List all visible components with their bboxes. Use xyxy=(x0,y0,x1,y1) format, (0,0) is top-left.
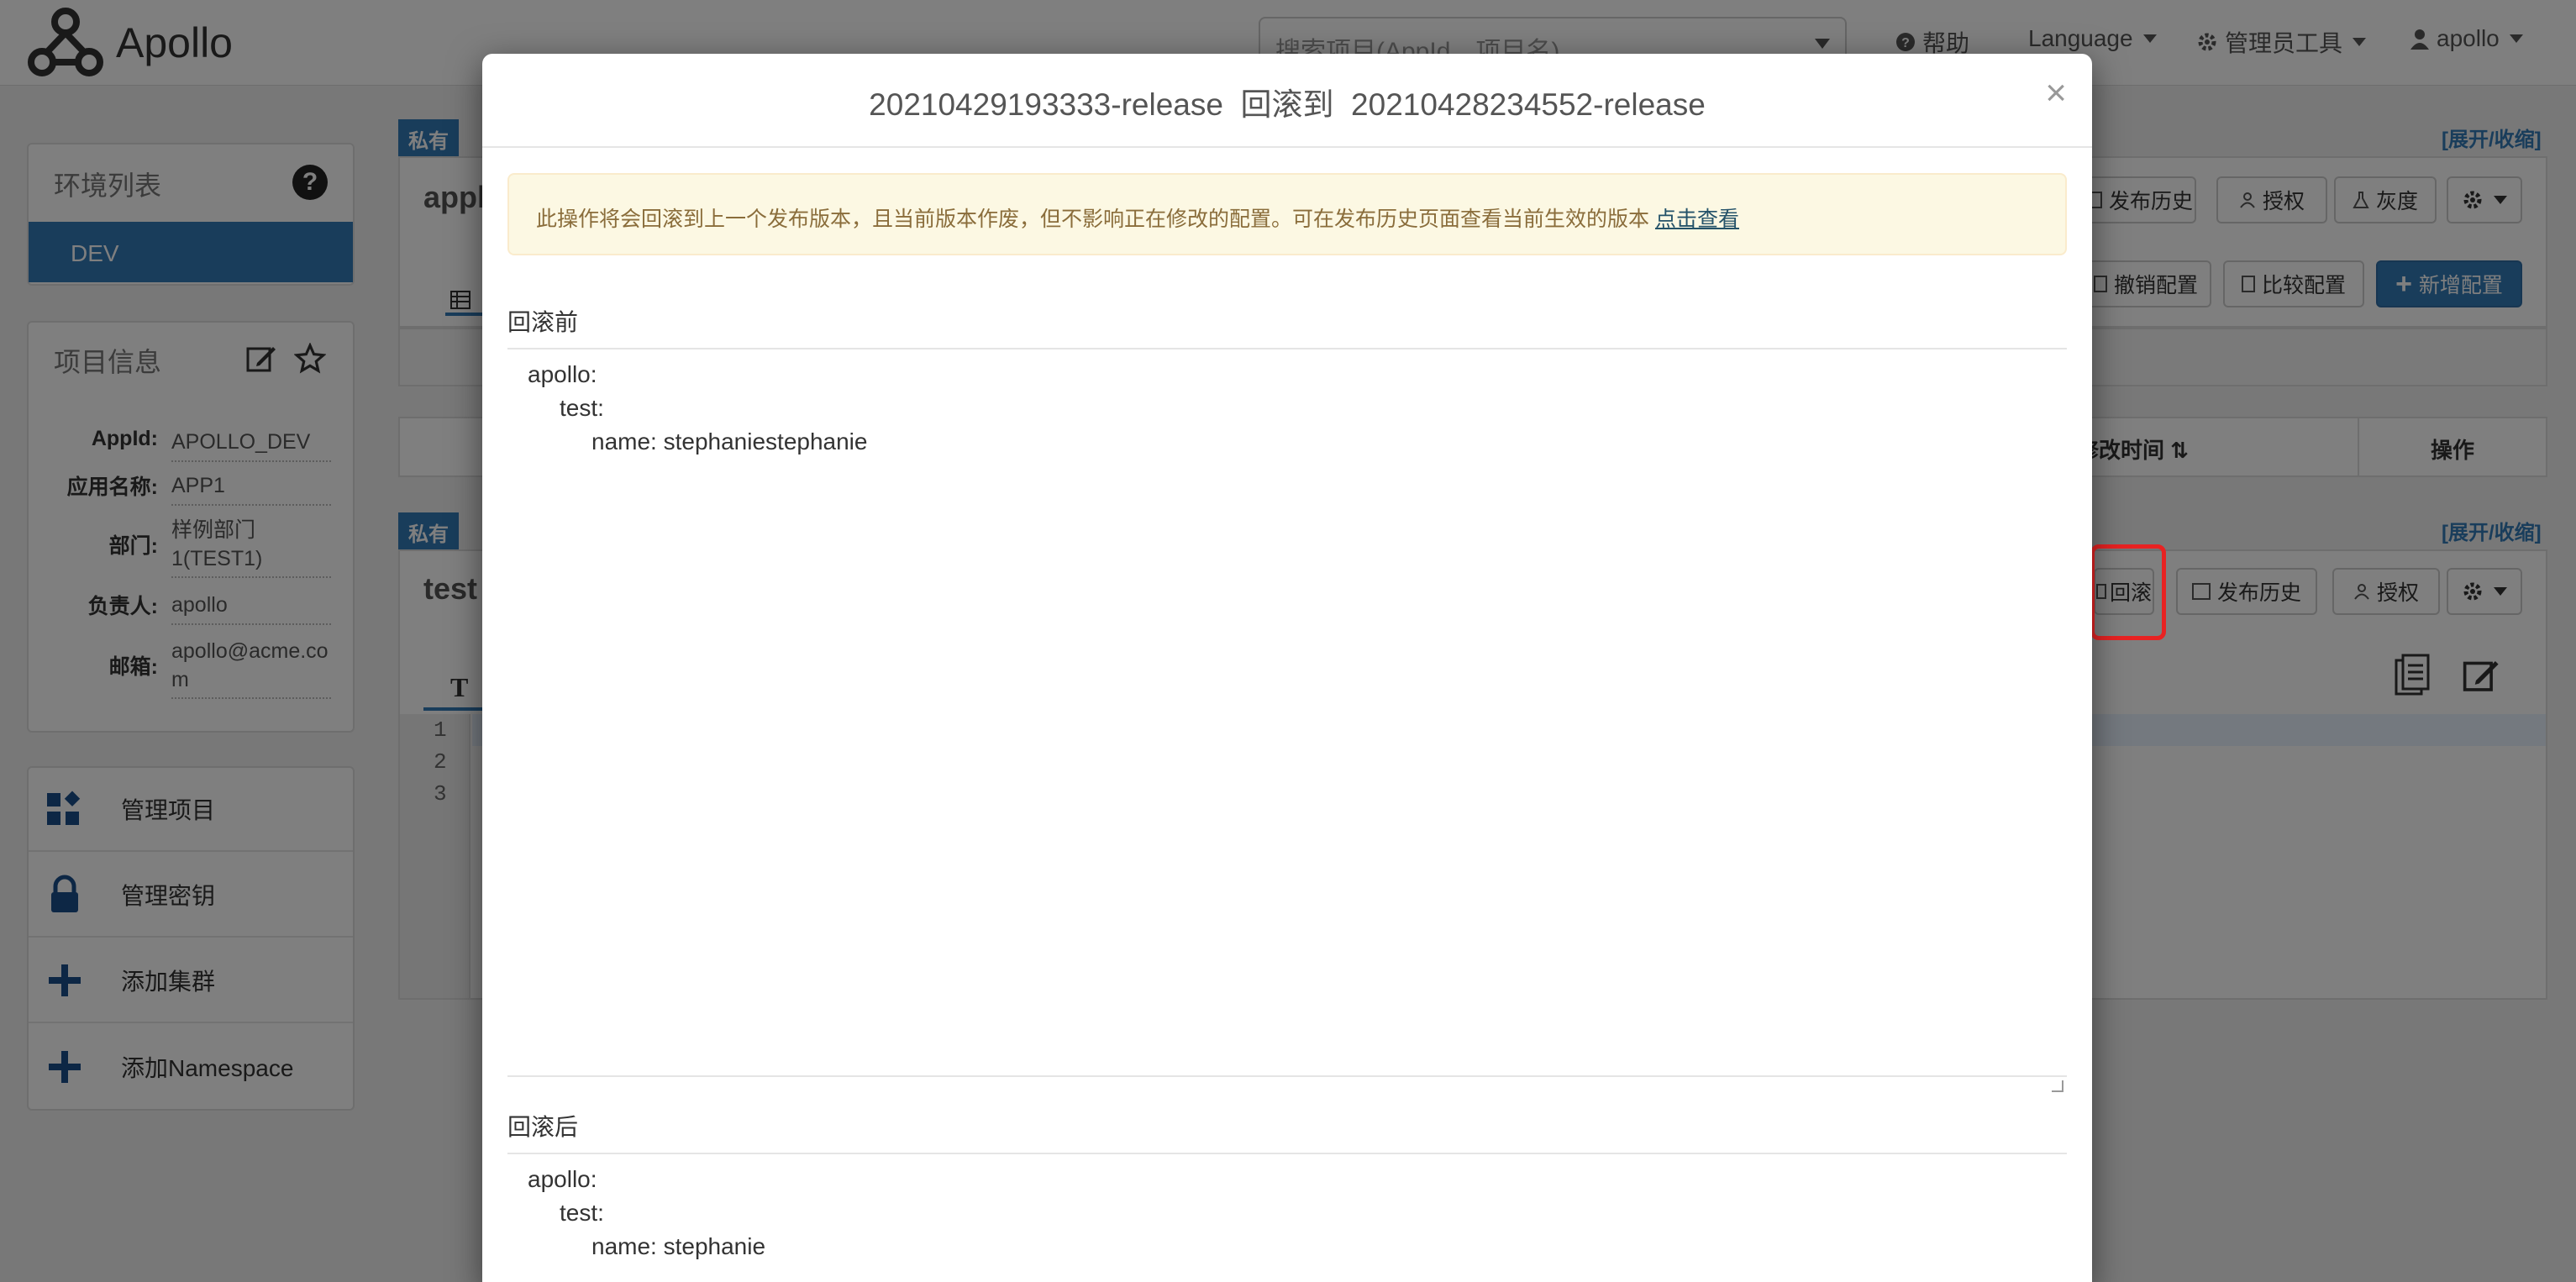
view-history-link[interactable]: 点击查看 xyxy=(1655,208,1739,231)
rollback-button-highlight xyxy=(2090,544,2166,640)
code-line: name: stephaniestephanie xyxy=(591,428,868,454)
rollback-modal: 20210429193333-release 回滚到 2021042823455… xyxy=(482,54,2092,1282)
before-rollback-textarea[interactable]: apollo: test: name: stephaniestephanie xyxy=(507,348,2067,1095)
after-rollback-label: 回滚后 xyxy=(507,1114,579,1140)
modal-title: 20210429193333-release 回滚到 2021042823455… xyxy=(869,87,1706,122)
code-line: apollo: xyxy=(528,1166,597,1192)
after-rollback-textarea[interactable]: apollo: test: name: stephanie xyxy=(507,1153,2067,1282)
rollback-warning-alert: 此操作将会回滚到上一个发布版本，且当前版本作废，但不影响正在修改的配置。可在发布… xyxy=(507,173,2067,255)
close-icon[interactable]: × xyxy=(2045,72,2067,114)
before-rollback-label: 回滚前 xyxy=(507,309,579,335)
alert-text: 此操作将会回滚到上一个发布版本，且当前版本作废，但不影响正在修改的配置。可在发布… xyxy=(536,208,1650,231)
code-line: name: stephanie xyxy=(591,1233,766,1259)
resize-handle-icon[interactable] xyxy=(2052,1080,2063,1092)
code-line: test: xyxy=(560,1200,604,1226)
code-line: apollo: xyxy=(528,361,597,387)
code-line: test: xyxy=(560,395,604,421)
section-divider xyxy=(507,1075,2067,1077)
